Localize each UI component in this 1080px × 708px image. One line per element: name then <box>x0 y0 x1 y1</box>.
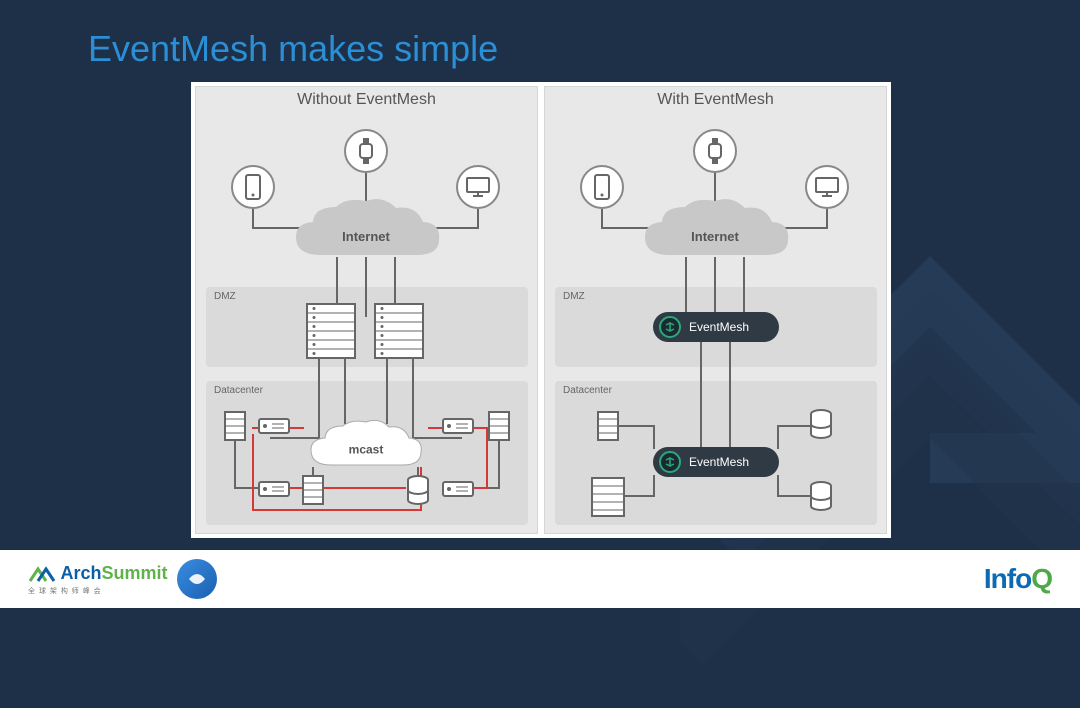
connector-line <box>685 257 687 313</box>
server-rack-icon <box>306 303 356 364</box>
connector-line <box>743 257 745 313</box>
server-h-icon <box>442 418 474 439</box>
connector-line <box>653 475 655 497</box>
connector-line <box>619 425 655 427</box>
panel-with-eventmesh: With EventMesh Internet DMZ <box>544 86 887 534</box>
eventmesh-icon <box>659 316 681 338</box>
dmz-label: DMZ <box>214 291 236 302</box>
monitor-icon <box>805 165 849 209</box>
dmz-label: DMZ <box>563 291 585 302</box>
connector-line <box>714 257 716 313</box>
server-icon <box>488 411 510 446</box>
connector-line <box>234 441 236 489</box>
connector-line <box>365 257 367 317</box>
archsummit-subtitle: 全 球 架 构 师 峰 会 <box>28 586 167 596</box>
connector-line <box>625 495 655 497</box>
connector-line-red <box>474 487 488 489</box>
connector-line <box>653 425 655 449</box>
server-h-icon <box>442 481 474 502</box>
archsummit-logo: ArchSummit 全 球 架 构 师 峰 会 <box>28 563 167 596</box>
connector-line <box>777 425 811 427</box>
eventmesh-pill-label: EventMesh <box>689 320 749 334</box>
connector-line <box>498 441 500 489</box>
footer: ArchSummit 全 球 架 构 师 峰 会 InfoQ <box>0 550 1080 608</box>
internet-label: Internet <box>342 229 390 244</box>
server-icon <box>224 411 246 446</box>
server-rack-icon <box>374 303 424 364</box>
connector-line <box>777 495 811 497</box>
server-icon <box>597 411 619 446</box>
internet-label: Internet <box>691 229 739 244</box>
connector-line <box>777 425 779 449</box>
datacenter-label: Datacenter <box>563 385 612 396</box>
watch-icon <box>693 129 737 173</box>
connector-line <box>826 209 828 229</box>
connector-line <box>344 359 346 424</box>
panel-right-title: With EventMesh <box>545 87 886 111</box>
diagram-container: Without EventMesh Internet DM <box>191 82 891 538</box>
connector-line-red <box>252 434 254 511</box>
dmz-zone: DMZ <box>206 287 528 367</box>
connector-line-red <box>252 509 422 511</box>
phone-icon <box>231 165 275 209</box>
connector-line <box>777 475 779 497</box>
eventmesh-icon <box>659 451 681 473</box>
anniversary-badge-icon <box>177 559 217 599</box>
connector-line <box>234 487 260 489</box>
server-h-icon <box>258 418 290 439</box>
database-icon <box>809 409 833 444</box>
panel-left-title: Without EventMesh <box>196 87 537 111</box>
datacenter-label: Datacenter <box>214 385 263 396</box>
server-icon <box>302 475 324 510</box>
connector-line-red <box>324 487 406 489</box>
eventmesh-pill-datacenter: EventMesh <box>653 447 779 477</box>
monitor-icon <box>456 165 500 209</box>
connector-line <box>477 209 479 229</box>
footer-left-logos: ArchSummit 全 球 架 构 师 峰 会 <box>28 559 217 599</box>
infoq-logo: InfoQ <box>984 563 1052 595</box>
connector-line-red <box>290 427 304 429</box>
connector-line <box>700 342 702 448</box>
slide-title: EventMesh makes simple <box>88 28 498 70</box>
phone-icon <box>580 165 624 209</box>
mcast-cloud: mcast <box>301 417 431 479</box>
mcast-label: mcast <box>349 442 384 456</box>
connector-line <box>601 209 603 229</box>
server-h-icon <box>258 481 290 502</box>
database-icon <box>406 475 430 510</box>
connector-line <box>386 359 388 424</box>
watch-icon <box>344 129 388 173</box>
connector-line <box>729 342 731 448</box>
panel-without-eventmesh: Without EventMesh Internet DM <box>195 86 538 534</box>
database-icon <box>809 481 833 516</box>
eventmesh-pill-dmz: EventMesh <box>653 312 779 342</box>
connector-line <box>252 209 254 229</box>
eventmesh-pill-label: EventMesh <box>689 455 749 469</box>
server-rack-icon <box>591 477 625 522</box>
